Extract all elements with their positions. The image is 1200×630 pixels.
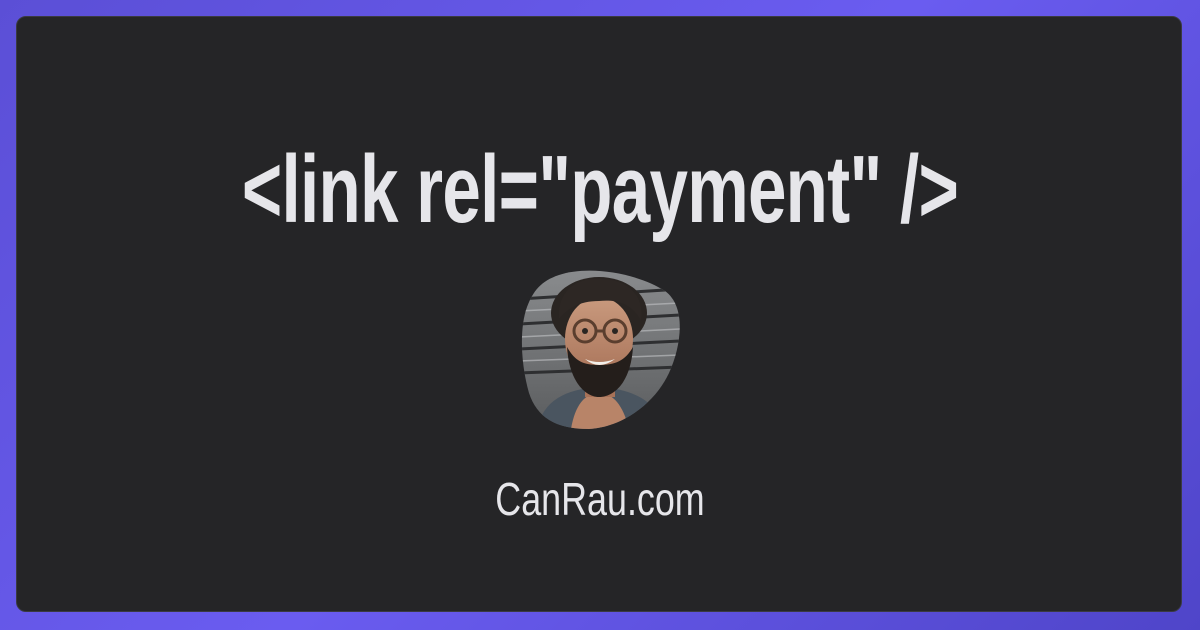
headline: <link rel="payment" /> (241, 136, 959, 243)
site-name: CanRau.com (495, 473, 705, 525)
og-card: <link rel="payment" /> CanRau.com (16, 16, 1182, 612)
avatar-photo (521, 270, 680, 429)
avatar (519, 269, 681, 429)
